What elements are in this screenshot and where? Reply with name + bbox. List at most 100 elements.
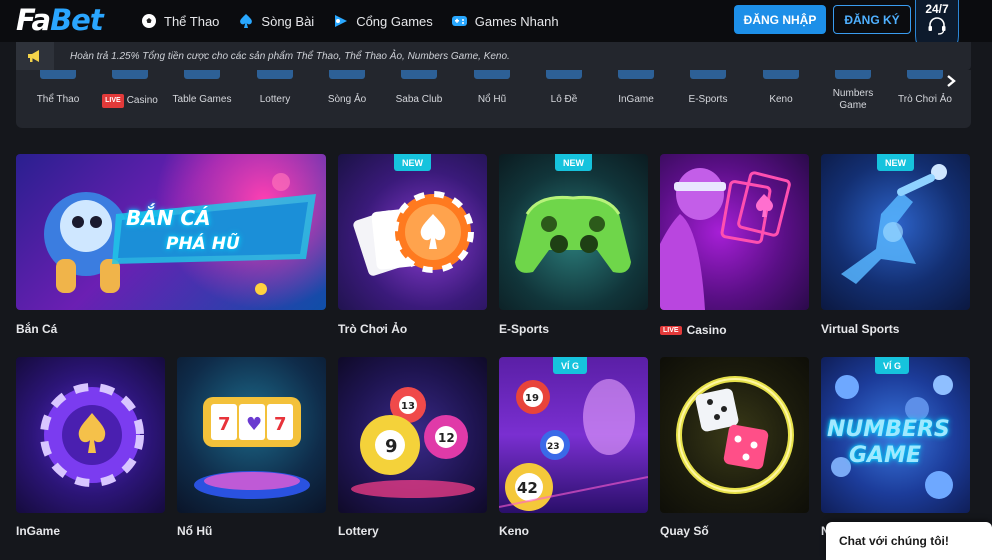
register-button[interactable]: ĐĂNG KÝ	[833, 5, 911, 34]
category-ingame[interactable]: InGame	[600, 70, 672, 128]
category-keno[interactable]: Keno	[745, 70, 817, 128]
ball-number: 13	[401, 401, 415, 412]
game-label-tro-choi-ao[interactable]: Trò Chơi Ảo	[338, 322, 407, 336]
category-label: Trò Chơi Ảo	[898, 94, 952, 105]
category-label: Keno	[769, 94, 793, 105]
category-label: Lottery	[259, 94, 291, 105]
category-thumb	[257, 70, 293, 79]
category-lottery[interactable]: Lottery	[239, 70, 311, 128]
category-thumb	[40, 70, 76, 79]
category-thumb	[184, 70, 220, 79]
game-label-ingame[interactable]: InGame	[16, 524, 60, 538]
game-label-quay-so[interactable]: Quay Số	[660, 524, 709, 538]
main-nav: Thể Thao Sòng Bài Cổng Games Games Nhanh	[140, 0, 559, 42]
svg-text:7: 7	[274, 414, 287, 435]
category-casino[interactable]: LIVE Casino	[94, 70, 166, 128]
game-label-keno[interactable]: Keno	[499, 524, 529, 538]
nav-cong-games[interactable]: Cổng Games	[332, 13, 433, 30]
category-label: Saba Club	[395, 94, 443, 105]
category-saba-club[interactable]: Saba Club	[383, 70, 455, 128]
category-thumb	[329, 70, 365, 79]
category-thumb	[763, 70, 799, 79]
game-card-e-sports[interactable]: NEW	[499, 154, 648, 310]
category-e-sports[interactable]: E-Sports	[672, 70, 744, 128]
category-table-games[interactable]: Table Games	[166, 70, 238, 128]
game-card-ingame[interactable]	[16, 357, 165, 513]
category-numbers-game[interactable]: Numbers Game	[817, 70, 889, 128]
svg-text:7: 7	[218, 414, 231, 435]
megaphone-icon	[16, 42, 54, 70]
fish-hunter-art	[44, 173, 316, 295]
casino-cards-art	[660, 168, 791, 310]
poker-chip-art	[353, 191, 474, 276]
nav-label: Thể Thao	[164, 13, 220, 29]
category-label: Sòng Ảo	[327, 94, 367, 105]
banner-title-1: NUMBERS	[827, 417, 950, 442]
keno-art: 19 23 42	[499, 379, 648, 511]
chat-widget[interactable]: Chat với chúng tôi!	[826, 522, 992, 560]
banner-title-1: BẮN CÁ	[126, 206, 211, 230]
game-card-numbers-game[interactable]: NUMBERS GAME VÍ G	[821, 357, 970, 513]
category-thumb	[618, 70, 654, 79]
game-label-ban-ca[interactable]: Bắn Cá	[16, 322, 57, 336]
live-badge: LIVE	[660, 325, 682, 335]
svg-text:♥: ♥	[246, 414, 262, 435]
game-card-no-hu[interactable]: 7 ♥ 7	[177, 357, 326, 513]
game-card-virtual-sports[interactable]: NEW	[821, 154, 970, 310]
category-song-ao[interactable]: Sòng Ảo	[311, 70, 383, 128]
banner-title-2: PHÁ HŨ	[166, 234, 240, 254]
category-label: InGame	[618, 94, 654, 105]
game-card-quay-so[interactable]	[660, 357, 809, 513]
nav-label: Cổng Games	[356, 13, 433, 29]
new-tag: NEW	[394, 154, 431, 171]
soccer-ball-icon	[140, 13, 157, 30]
nav-games-nhanh[interactable]: Games Nhanh	[451, 13, 559, 30]
game-label-casino[interactable]: LIVE Casino	[660, 323, 727, 337]
category-label: Nổ Hũ	[477, 94, 507, 105]
gamepad-art	[515, 195, 631, 273]
game-card-keno[interactable]: 19 23 42 VÍ G	[499, 357, 648, 513]
category-the-thao[interactable]: Thể Thao	[22, 70, 94, 128]
slot-machine-art: 7 ♥ 7	[194, 397, 310, 499]
game-label-e-sports[interactable]: E-Sports	[499, 322, 549, 336]
nav-label: Sòng Bài	[261, 13, 315, 29]
game-card-lottery[interactable]: 13 9 12	[338, 357, 487, 513]
category-thumb	[690, 70, 726, 79]
game-gate-icon	[332, 13, 349, 30]
site-logo[interactable]: FaBet	[16, 3, 104, 37]
ball-number: 23	[547, 442, 560, 452]
chevron-right-icon[interactable]	[945, 74, 959, 88]
lottery-balls-art: 13 9 12	[351, 387, 475, 498]
category-label: E-Sports	[688, 94, 728, 105]
quick-games-icon	[451, 13, 468, 30]
ball-number: 9	[385, 436, 398, 457]
game-card-tro-choi-ao[interactable]: NEW	[338, 154, 487, 310]
login-button[interactable]: ĐĂNG NHẬP	[734, 5, 826, 34]
category-thumb	[835, 70, 871, 79]
nav-song-bai[interactable]: Sòng Bài	[237, 13, 314, 30]
category-label: LIVE Casino	[94, 94, 166, 108]
game-label-no-hu[interactable]: Nổ Hũ	[177, 524, 212, 538]
category-thumb	[546, 70, 582, 79]
banner-title-2: GAME	[849, 443, 922, 468]
game-card-casino[interactable]	[660, 154, 809, 310]
new-tag: NEW	[877, 154, 914, 171]
category-thumb	[474, 70, 510, 79]
game-card-ban-ca[interactable]: BẮN CÁ PHÁ HŨ	[16, 154, 326, 310]
ball-number: 42	[517, 479, 538, 497]
category-label: Thể Thao	[36, 94, 80, 105]
nav-the-thao[interactable]: Thể Thao	[140, 13, 219, 30]
category-thumb	[907, 70, 943, 79]
announcement-text: Hoàn trả 1.25% Tổng tiền cược cho các sả…	[70, 50, 510, 62]
ball-number: 19	[525, 393, 539, 404]
category-label: Table Games	[172, 94, 232, 105]
new-tag: NEW	[555, 154, 592, 171]
dice-art	[676, 376, 794, 494]
support-label: 24/7	[925, 2, 949, 16]
category-lo-de[interactable]: Lô Đề	[528, 70, 600, 128]
category-no-hu[interactable]: Nổ Hũ	[456, 70, 528, 128]
spade-icon	[237, 13, 254, 30]
headset-icon	[926, 16, 948, 41]
game-label-lottery[interactable]: Lottery	[338, 524, 379, 538]
game-label-virtual-sports[interactable]: Virtual Sports	[821, 322, 899, 336]
